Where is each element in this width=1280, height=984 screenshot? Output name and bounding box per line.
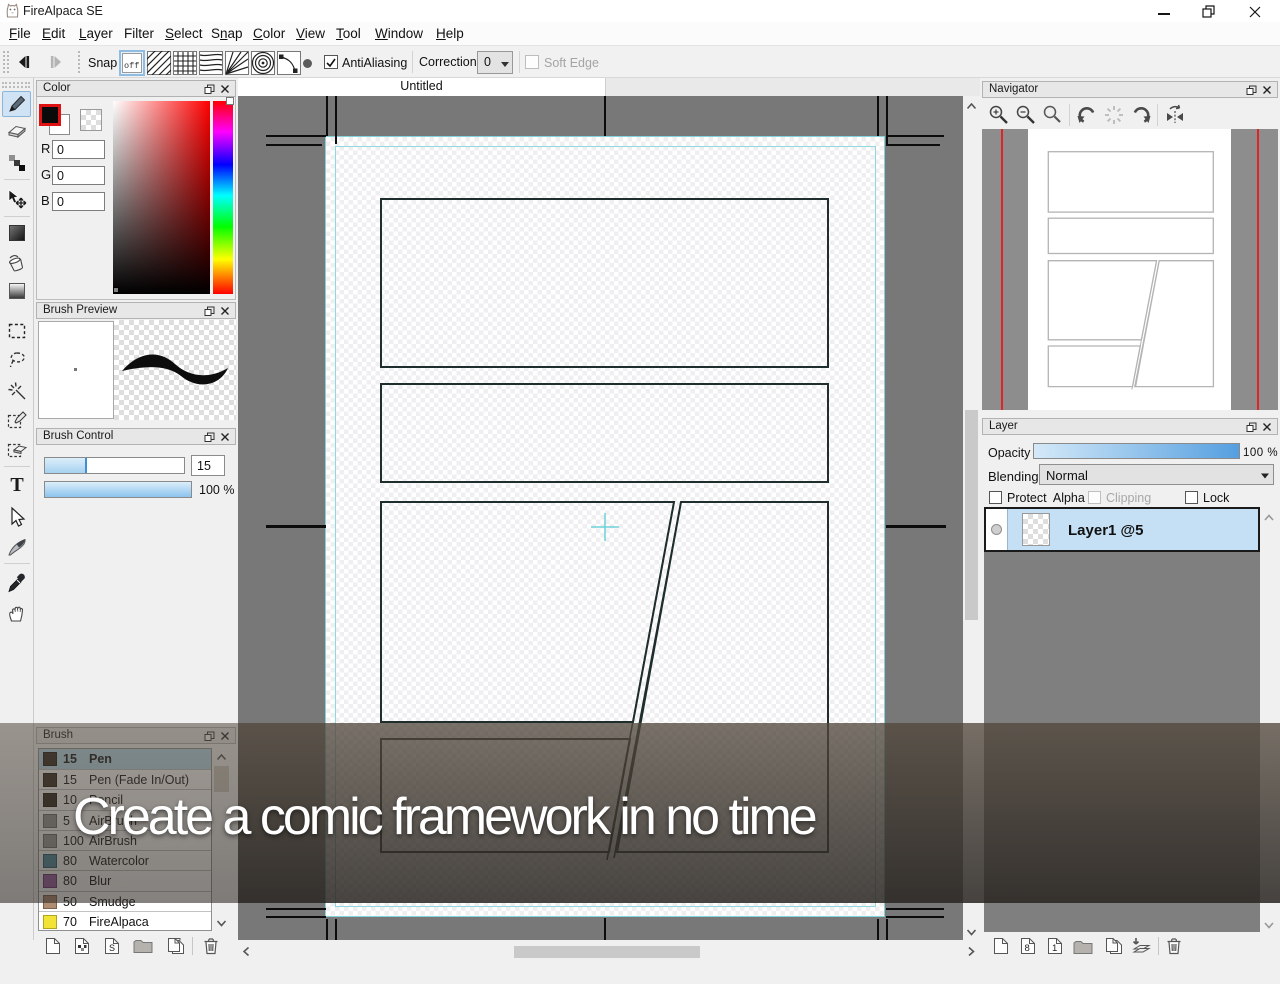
svg-text:8: 8 bbox=[1025, 943, 1030, 954]
svg-text:1: 1 bbox=[1052, 943, 1057, 954]
svg-text:S: S bbox=[109, 943, 115, 953]
